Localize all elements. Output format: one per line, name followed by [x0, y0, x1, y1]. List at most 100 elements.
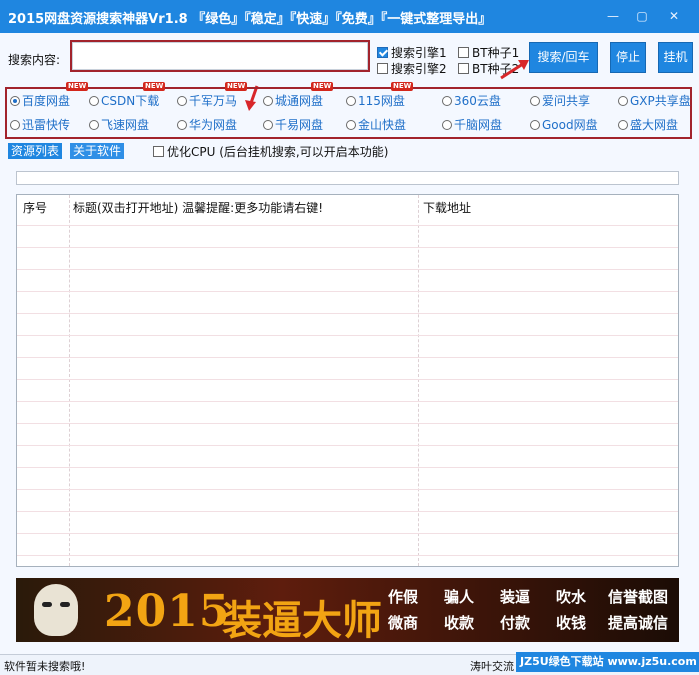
radio-icon: [530, 96, 540, 106]
radio-icon: [530, 120, 540, 130]
status-right-text: 涛叶交流: [470, 660, 514, 673]
engine-2-checkbox[interactable]: 搜索引擎2: [377, 60, 447, 77]
row-divider: [17, 379, 678, 380]
banner-title: 装逼大师: [222, 598, 382, 642]
site-radio-shengda[interactable]: 盛大网盘: [618, 116, 678, 133]
site-radio-chengtong[interactable]: 城通网盘: [263, 92, 323, 109]
row-divider: [17, 401, 678, 402]
row-divider: [17, 445, 678, 446]
new-badge: NEW: [225, 82, 248, 91]
banner-word: 装逼: [500, 588, 531, 606]
radio-icon: [346, 96, 356, 106]
site-radio-kuaipan[interactable]: 金山快盘: [346, 116, 406, 133]
row-divider: [17, 291, 678, 292]
row-divider: [17, 247, 678, 248]
row-divider: [17, 467, 678, 468]
site-radio-csdn[interactable]: CSDN下载: [89, 92, 159, 109]
new-badge: NEW: [311, 82, 334, 91]
site-radio-good[interactable]: Good网盘: [530, 116, 598, 133]
search-progress-bar: [16, 171, 679, 185]
tab-resource-list[interactable]: 资源列表: [8, 143, 63, 159]
maximize-icon[interactable]: ▢: [630, 6, 654, 26]
radio-icon: [442, 120, 452, 130]
hang-button[interactable]: 挂机: [658, 42, 693, 73]
site-radio-gxp[interactable]: GXP共享盘: [618, 92, 691, 109]
new-badge: NEW: [143, 82, 166, 91]
radio-icon: [346, 120, 356, 130]
stop-button[interactable]: 停止: [610, 42, 646, 73]
radio-icon: [263, 96, 273, 106]
site-radio-360[interactable]: 360云盘: [442, 92, 501, 109]
checkbox-checked-icon: [377, 47, 388, 58]
checkbox-icon: [153, 146, 164, 157]
checkbox-icon: [458, 47, 469, 58]
column-header-url[interactable]: 下载地址: [423, 199, 471, 216]
site-radio-qianjun[interactable]: 千军万马: [177, 92, 237, 109]
radio-icon: [442, 96, 452, 106]
row-divider: [17, 225, 678, 226]
results-table[interactable]: 序号 标题(双击打开地址) 温馨提醒:更多功能请右键! 下载地址: [16, 194, 679, 567]
checkbox-icon: [458, 63, 469, 74]
row-divider: [17, 423, 678, 424]
row-divider: [17, 533, 678, 534]
minimize-icon[interactable]: —: [601, 6, 625, 26]
site-watermark: JZ5U绿色下载站 www.jz5u.com: [516, 652, 699, 672]
radio-icon: [618, 120, 628, 130]
column-header-title[interactable]: 标题(双击打开地址) 温馨提醒:更多功能请右键!: [73, 199, 323, 216]
column-header-index[interactable]: 序号: [23, 199, 47, 216]
row-divider: [17, 555, 678, 556]
radio-icon: [89, 96, 99, 106]
mask-icon: [34, 584, 78, 636]
radio-icon: [263, 120, 273, 130]
arrow-annotation-icon: [500, 60, 529, 80]
radio-selected-icon: [10, 96, 20, 106]
engine-1-label: 搜索引擎1: [391, 46, 447, 60]
banner-word: 付款: [500, 614, 531, 632]
site-radio-huawei[interactable]: 华为网盘: [177, 116, 237, 133]
banner-word: 吹水: [556, 588, 587, 606]
search-input[interactable]: [72, 42, 368, 70]
title-bar: 2015网盘资源搜索神器Vr1.8 『绿色』『稳定』『快速』『免费』『一键式整理…: [0, 0, 699, 33]
ad-banner[interactable]: 2015 装逼大师 作假 骗人 装逼 吹水 信誉截图 微商 收款 付款 收钱 提…: [16, 578, 679, 642]
search-button[interactable]: 搜索/回车: [529, 42, 598, 73]
row-divider: [17, 269, 678, 270]
radio-icon: [177, 120, 187, 130]
close-icon[interactable]: ✕: [662, 6, 686, 26]
radio-icon: [618, 96, 628, 106]
banner-word: 信誉截图: [608, 588, 669, 606]
banner-word: 作假: [388, 588, 419, 606]
banner-word: 提高诚信: [608, 614, 669, 632]
radio-icon: [89, 120, 99, 130]
banner-word: 收款: [444, 614, 475, 632]
site-radio-baidu[interactable]: 百度网盘: [10, 92, 70, 109]
row-divider: [17, 357, 678, 358]
site-radio-feisu[interactable]: 飞速网盘: [89, 116, 149, 133]
banner-word: 收钱: [556, 614, 587, 632]
row-divider: [17, 335, 678, 336]
site-radio-qianyi[interactable]: 千易网盘: [263, 116, 323, 133]
optimize-cpu-checkbox[interactable]: 优化CPU (后台挂机搜索,可以开启本功能): [153, 143, 388, 160]
row-divider: [17, 511, 678, 512]
search-label: 搜索内容:: [8, 53, 61, 67]
engine-1-checkbox[interactable]: 搜索引擎1: [377, 44, 447, 61]
site-radio-xunlei[interactable]: 迅雷快传: [10, 116, 70, 133]
status-message: 软件暂未搜索哦!: [4, 660, 86, 673]
banner-word: 微商: [388, 614, 419, 632]
engine-2-label: 搜索引擎2: [391, 62, 447, 76]
row-divider: [17, 489, 678, 490]
row-divider: [17, 313, 678, 314]
new-badge: NEW: [66, 82, 89, 91]
checkbox-icon: [377, 63, 388, 74]
banner-word: 骗人: [444, 588, 475, 606]
radio-icon: [10, 120, 20, 130]
radio-icon: [177, 96, 187, 106]
site-radio-iask[interactable]: 爱问共享: [530, 92, 590, 109]
site-radio-115[interactable]: 115网盘: [346, 92, 405, 109]
tab-about[interactable]: 关于软件: [70, 143, 125, 159]
new-badge: NEW: [391, 82, 414, 91]
site-radio-qiannao[interactable]: 千脑网盘: [442, 116, 502, 133]
window-title: 2015网盘资源搜索神器Vr1.8 『绿色』『稳定』『快速』『免费』『一键式整理…: [8, 12, 492, 27]
search-box: [70, 40, 370, 72]
optimize-cpu-label: 优化CPU (后台挂机搜索,可以开启本功能): [167, 145, 389, 159]
banner-year: 2015: [104, 586, 231, 637]
